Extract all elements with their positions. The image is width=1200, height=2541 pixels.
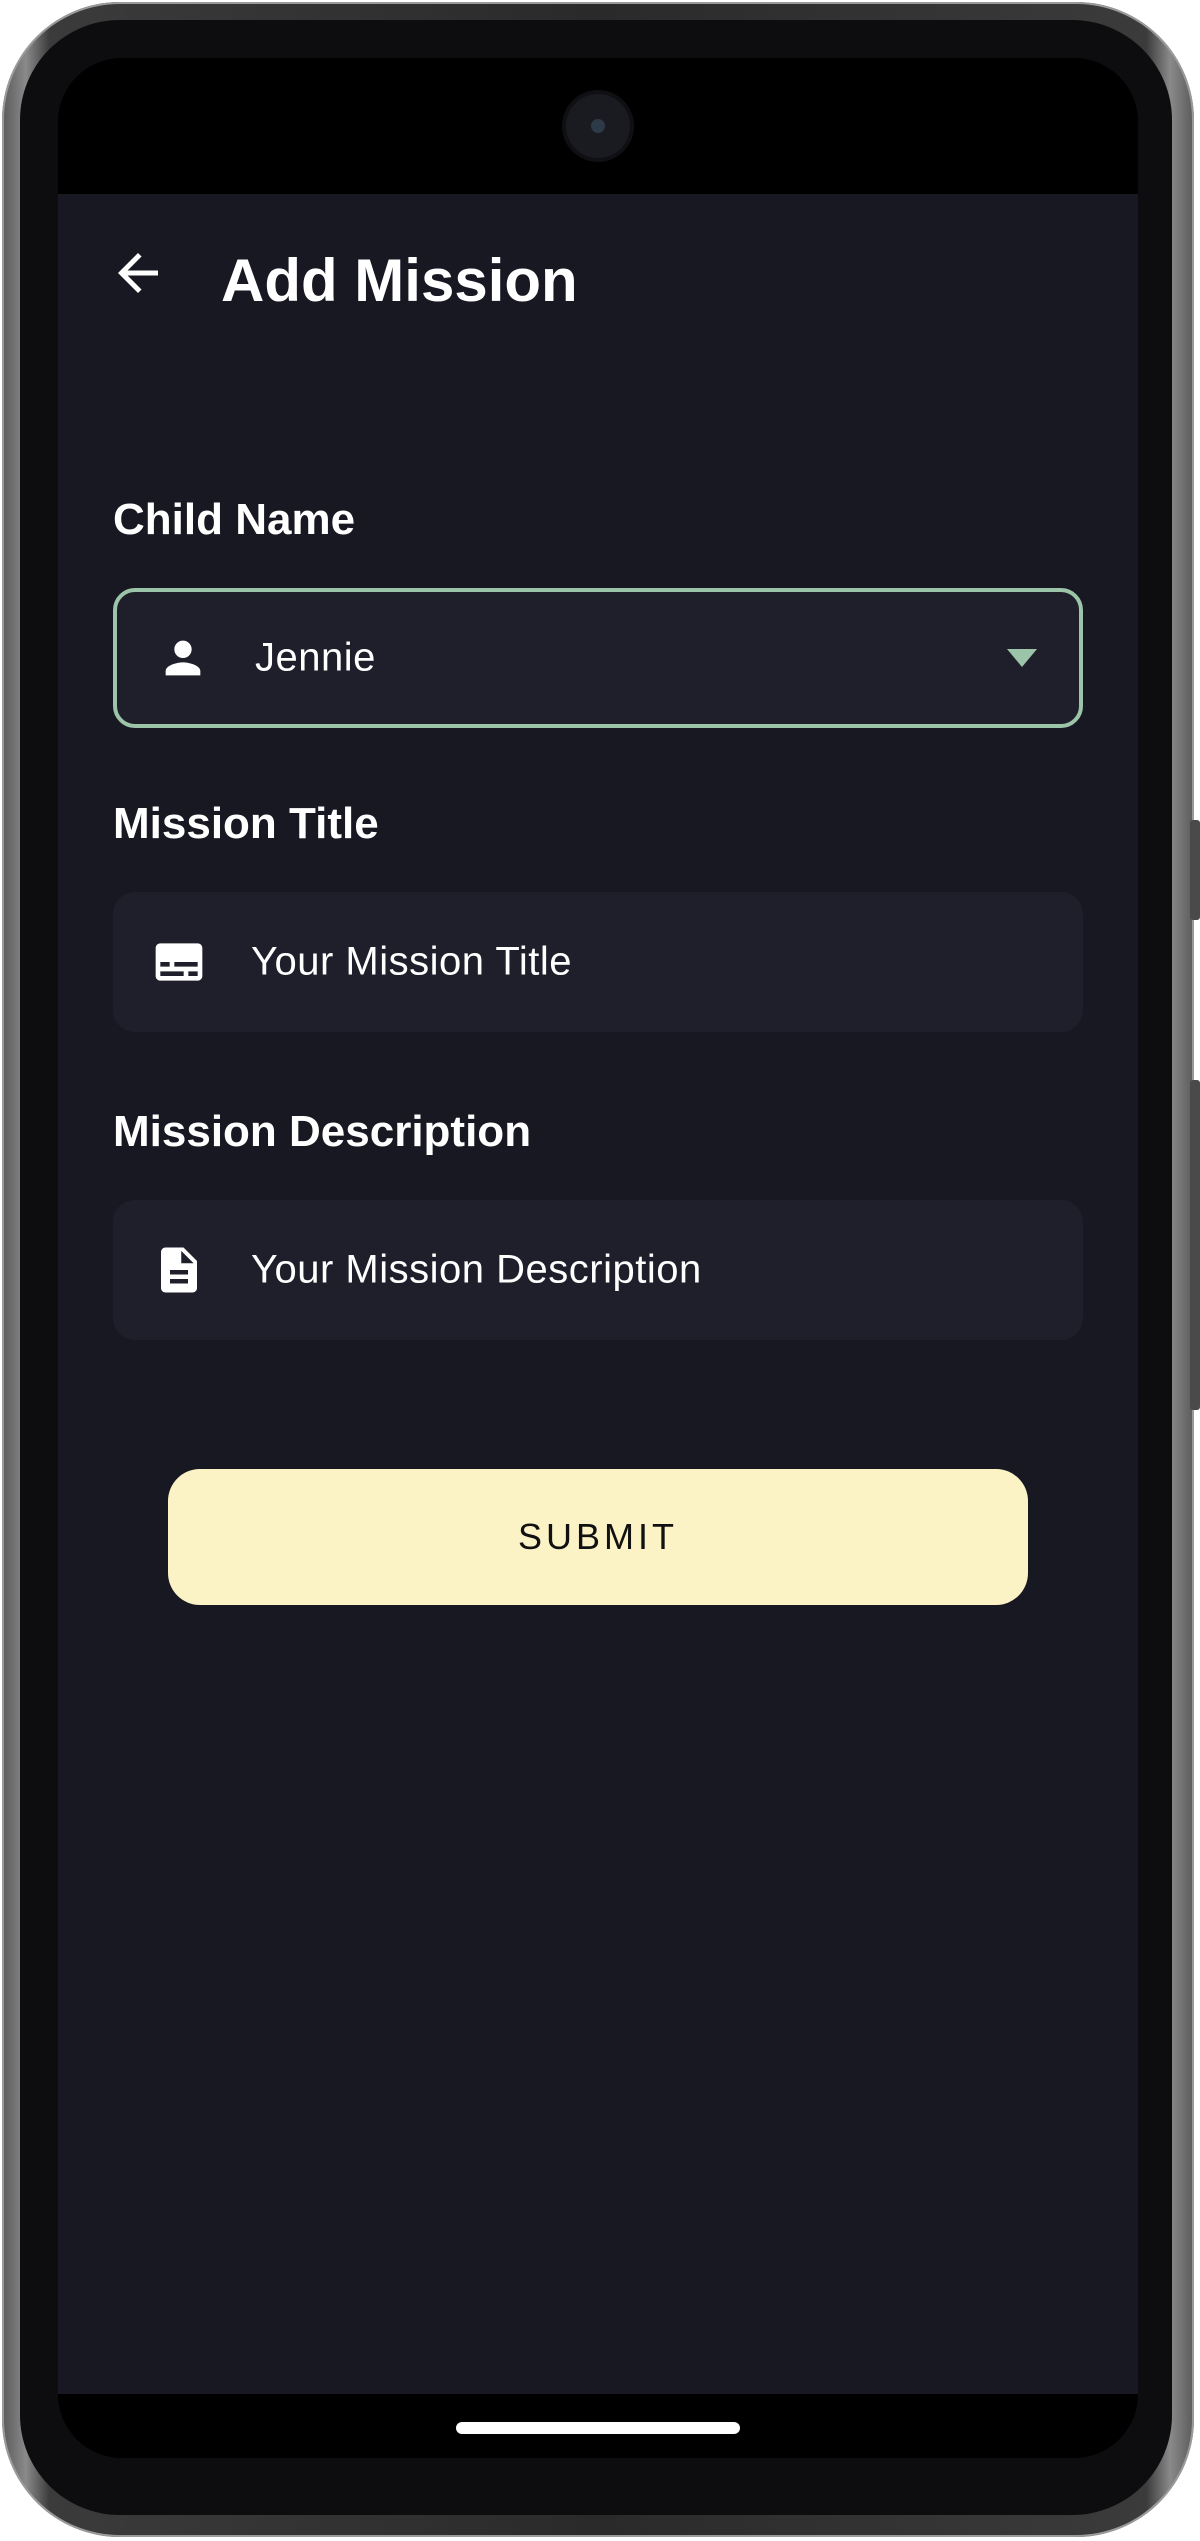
child-name-dropdown[interactable]: Jennie [113,588,1083,728]
camera-icon [566,94,630,158]
add-mission-screen: Add Mission Child Name Jennie Mission Ti… [58,194,1138,2394]
app-bar: Add Mission [58,194,1138,364]
home-indicator[interactable] [456,2422,740,2434]
phone-device: Add Mission Child Name Jennie Mission Ti… [0,0,1200,2541]
screen: Add Mission Child Name Jennie Mission Ti… [58,58,1138,2458]
child-name-label: Child Name [113,495,356,544]
subtitles-icon [149,932,209,992]
submit-button[interactable]: SUBMIT [168,1469,1028,1605]
child-name-value: Jennie [255,635,376,680]
volume-button [1190,820,1200,920]
person-icon [153,628,213,688]
page-title: Add Mission [221,247,578,314]
mission-description-placeholder: Your Mission Description [251,1247,702,1292]
mission-description-input[interactable]: Your Mission Description [113,1200,1083,1340]
back-button[interactable] [102,237,174,309]
arrow-left-icon [118,253,158,293]
document-icon [149,1240,209,1300]
mission-title-label: Mission Title [113,799,379,848]
mission-title-input[interactable]: Your Mission Title [113,892,1083,1032]
mission-title-placeholder: Your Mission Title [251,939,572,984]
power-button [1190,1080,1200,1410]
navigation-bar [58,2394,1138,2458]
dropdown-arrow-icon [1007,649,1037,667]
mission-description-label: Mission Description [113,1107,532,1156]
status-bar [58,58,1138,194]
